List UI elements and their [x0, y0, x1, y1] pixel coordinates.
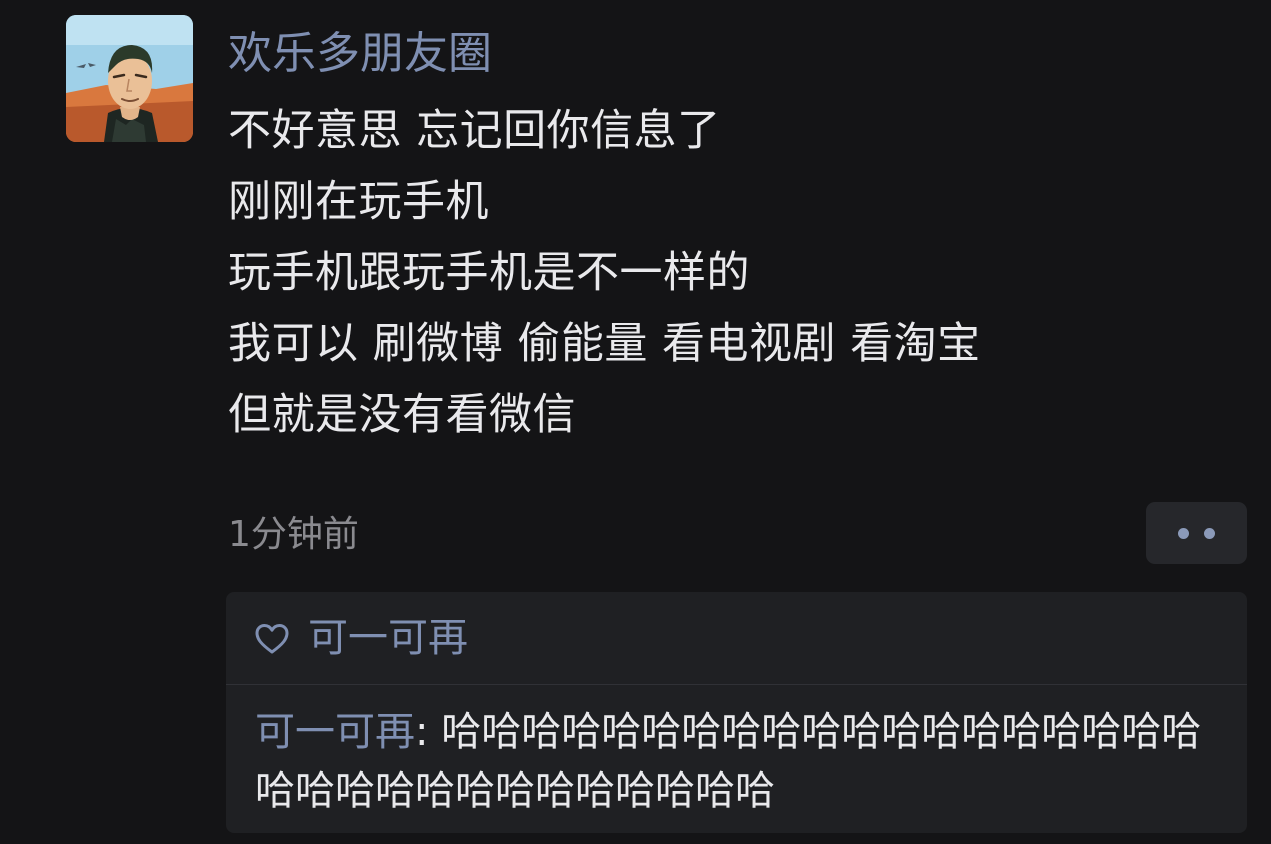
post-text-line: 不好意思 忘记回你信息了 [228, 106, 721, 156]
divider [226, 684, 1247, 685]
comment-author[interactable]: 可一可再 [255, 709, 415, 755]
comment-item[interactable]: 可一可再: 哈哈哈哈哈哈哈哈哈哈哈哈哈哈哈哈哈哈哈哈哈哈哈哈哈哈哈哈哈哈哈哈 [255, 703, 1230, 821]
post-timestamp: 1分钟前 [228, 514, 359, 555]
post-author-name[interactable]: 欢乐多朋友圈 [228, 26, 492, 82]
comment-separator: : [415, 709, 442, 755]
avatar-illustration [66, 15, 193, 142]
author-avatar[interactable] [66, 15, 193, 142]
like-user-name[interactable]: 可一可再 [308, 612, 468, 664]
post-text-line: 玩手机跟玩手机是不一样的 [228, 248, 750, 298]
more-dots-icon [1178, 528, 1189, 539]
post-text-line: 刚刚在玩手机 [228, 177, 489, 227]
more-dots-icon [1204, 528, 1215, 539]
interaction-panel: 可一可再 可一可再: 哈哈哈哈哈哈哈哈哈哈哈哈哈哈哈哈哈哈哈哈哈哈哈哈哈哈哈哈哈… [226, 592, 1247, 833]
post-text-line: 我可以 刷微博 偷能量 看电视剧 看淘宝 [228, 319, 981, 369]
more-actions-button[interactable] [1146, 502, 1247, 564]
post-text-line: 但就是没有看微信 [228, 390, 576, 440]
post-content: 不好意思 忘记回你信息了 刚刚在玩手机 玩手机跟玩手机是不一样的 我可以 刷微博… [228, 96, 1228, 451]
likes-row: 可一可再 [226, 592, 1247, 684]
heart-outline-icon [255, 624, 289, 654]
